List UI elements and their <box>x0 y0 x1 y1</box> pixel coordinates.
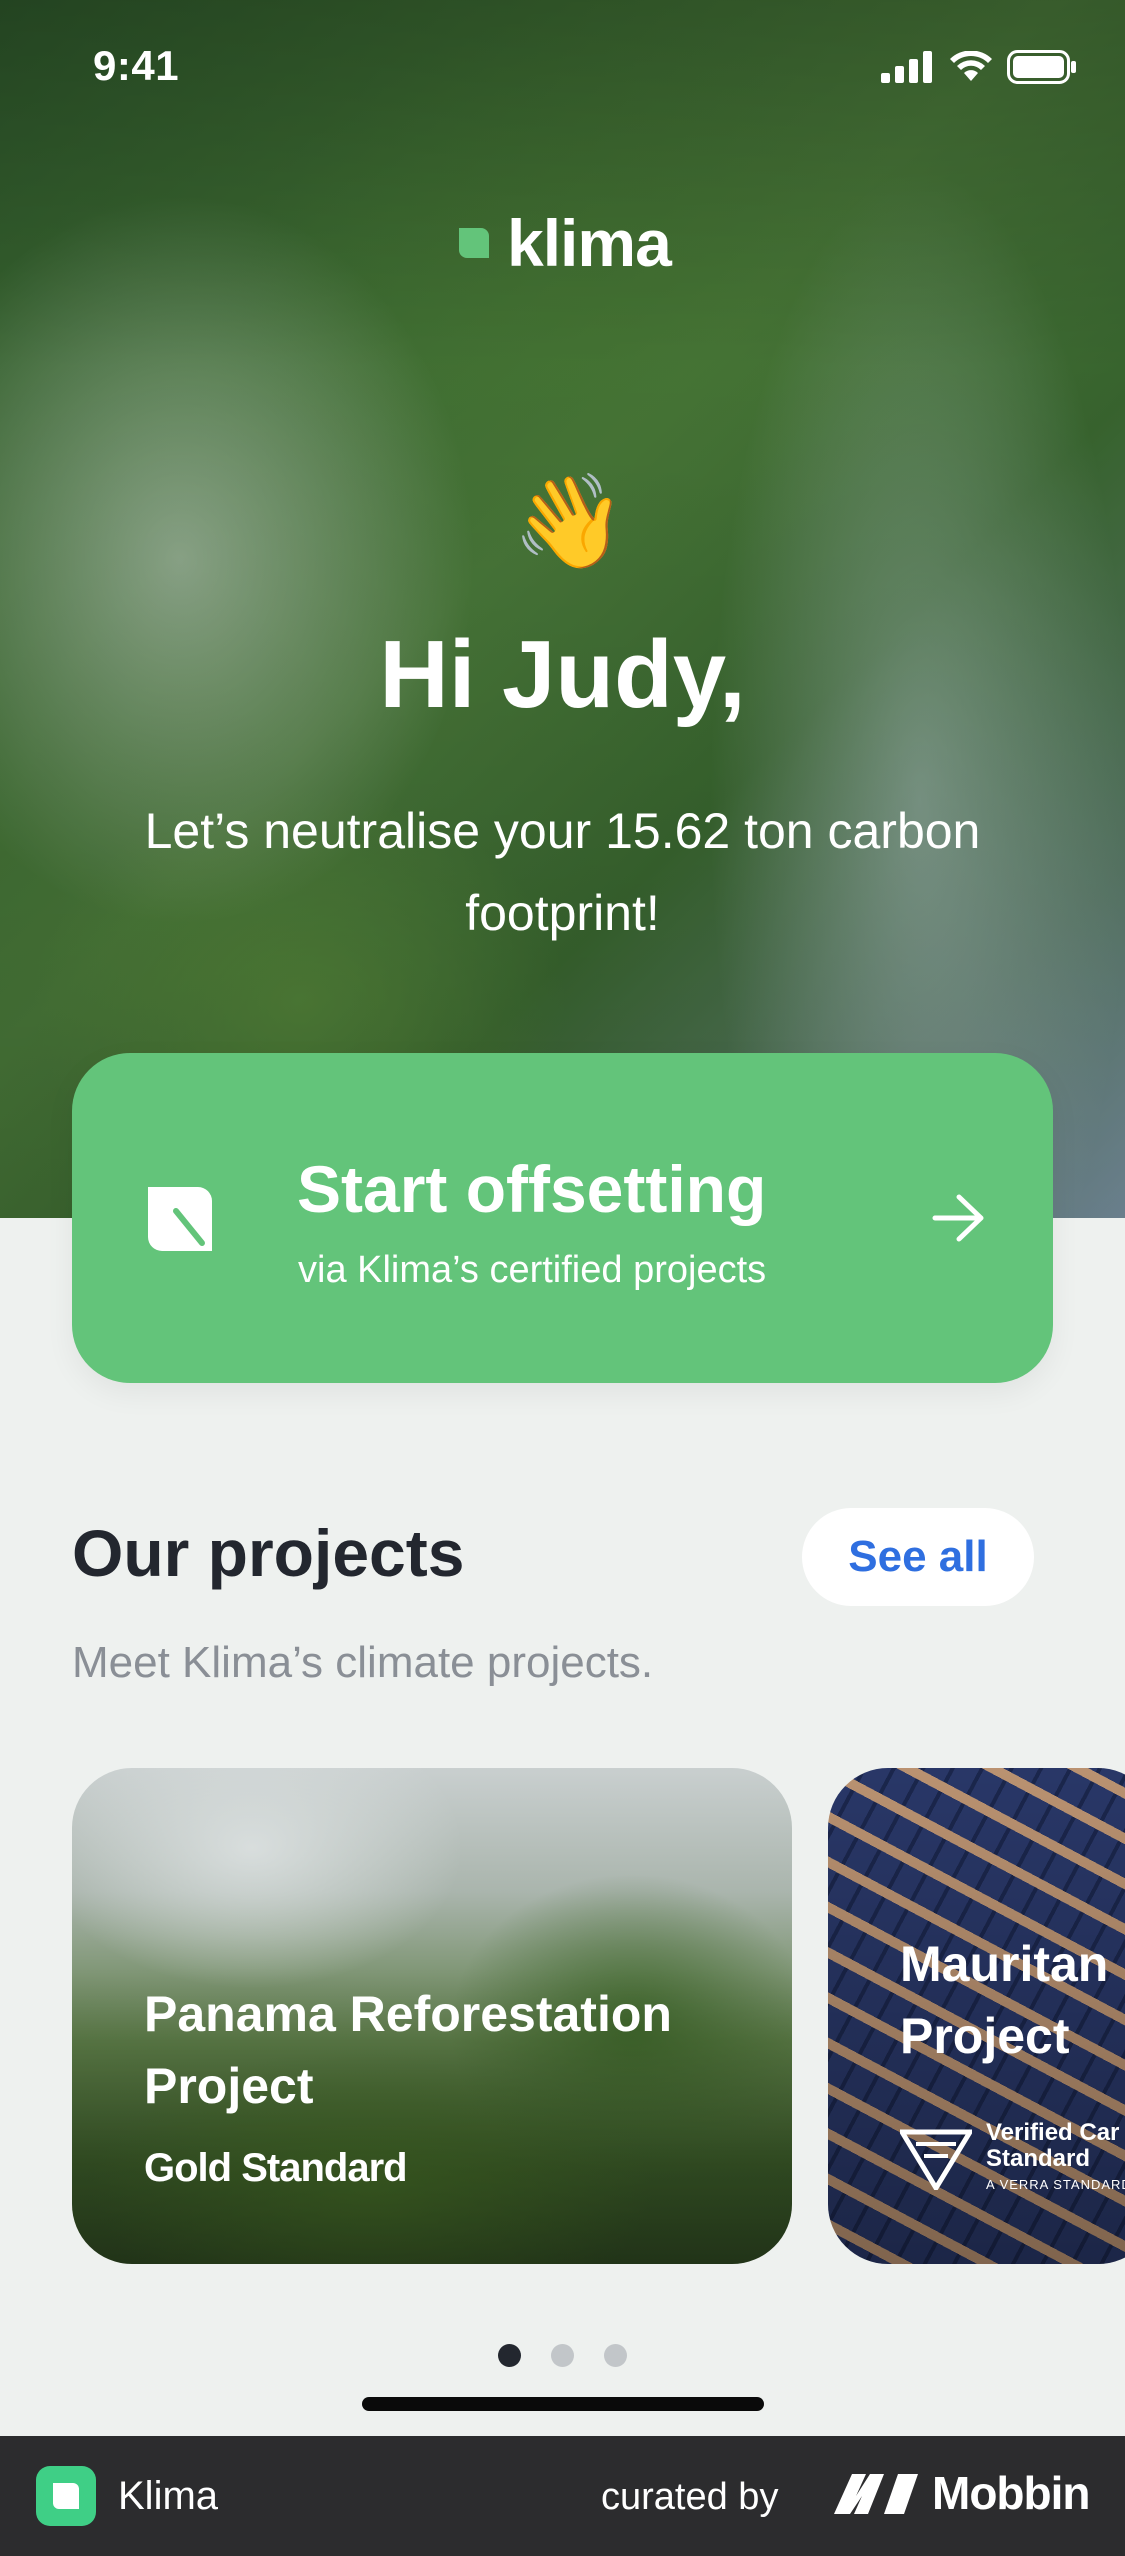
branding-bar: Klima curated by Mobbin <box>0 2436 1125 2556</box>
cta-subtitle: via Klima’s certified projects <box>298 1249 767 1291</box>
mobbin-name: Mobbin <box>932 2467 1090 2519</box>
status-time: 9:41 <box>93 42 180 89</box>
pagination-dot-active[interactable] <box>498 2344 521 2367</box>
status-bar: 9:41 <box>0 0 1125 140</box>
project-card-title-line2: Project <box>900 2008 1070 2064</box>
projects-section-title: Our projects <box>72 1516 465 1590</box>
curated-by-label: curated by <box>601 2476 779 2518</box>
greeting-title: Hi Judy, <box>379 621 746 728</box>
klima-app-icon <box>36 2466 96 2526</box>
cta-title: Start offsetting <box>297 1152 767 1226</box>
wifi-icon <box>950 51 992 81</box>
logo-text: klima <box>507 206 672 280</box>
home-indicator[interactable] <box>362 2397 764 2411</box>
project-card-title-line1: Mauritan <box>900 1936 1109 1992</box>
projects-section-subtitle: Meet Klima’s climate projects. <box>72 1638 654 1687</box>
start-offsetting-button[interactable]: Start offsetting via Klima’s certified p… <box>72 1053 1053 1383</box>
branding-app-name: Klima <box>118 2474 219 2518</box>
badge-line3: A VERRA STANDARD <box>986 2177 1125 2192</box>
signal-icon <box>881 51 932 83</box>
project-card-mauritania[interactable]: Mauritan Project Verified Car Standard A… <box>828 1768 1125 2264</box>
waving-hand-emoji: 👋 <box>512 471 627 573</box>
project-card-title: Panama Reforestation Project <box>144 1986 672 2114</box>
project-card-panama[interactable]: Panama Reforestation Project Gold Standa… <box>72 1768 792 2264</box>
vcs-logo-icon <box>900 2129 972 2190</box>
badge-line2: Standard <box>986 2145 1091 2172</box>
greeting-subtitle: Let’s neutralise your 15.62 ton carbon f… <box>144 803 981 941</box>
carousel-pagination <box>0 2344 1125 2367</box>
leaf-icon <box>148 1187 212 1251</box>
battery-icon <box>1007 50 1076 84</box>
arrow-right-icon <box>932 1194 984 1242</box>
pagination-dot[interactable] <box>604 2344 627 2367</box>
status-icons <box>881 50 1077 84</box>
verified-carbon-standard-badge: Verified Car Standard A VERRA STANDARD <box>900 2120 1125 2198</box>
pagination-dot[interactable] <box>551 2344 574 2367</box>
leaf-logo-icon <box>459 228 489 258</box>
see-all-button[interactable]: See all <box>802 1508 1034 1606</box>
leaf-icon <box>53 2483 79 2509</box>
project-card-certification: Gold Standard <box>144 2146 408 2190</box>
project-card-title: Mauritan Project <box>900 1928 1125 2072</box>
klima-logo: klima <box>455 205 672 281</box>
hero-background <box>0 0 1125 1218</box>
mobbin-logo-icon <box>834 2474 918 2514</box>
mobbin-logo: Mobbin <box>832 2466 1090 2520</box>
badge-line1: Verified Car <box>986 2119 1120 2146</box>
